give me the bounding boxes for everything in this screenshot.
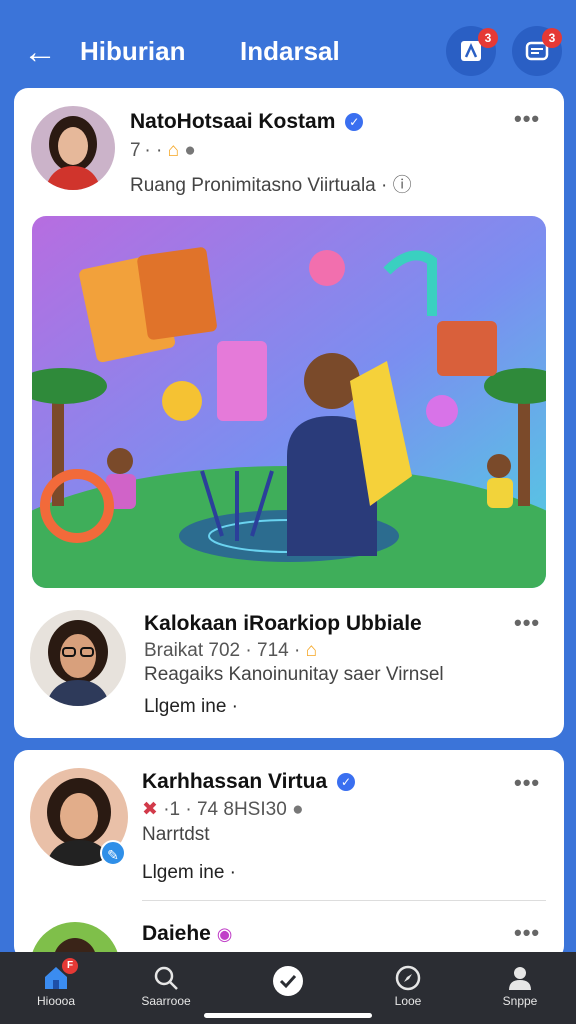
house-icon: ⌂ [167, 140, 180, 161]
compass-icon [395, 965, 421, 991]
nav-profile[interactable]: Snppe [475, 960, 565, 1020]
nav-search[interactable]: Saarrooe [121, 960, 211, 1020]
notification-badge: 3 [542, 28, 562, 48]
globe-icon: ● [292, 799, 304, 820]
info-icon[interactable]: ⓘ [393, 175, 412, 196]
post-image[interactable] [32, 216, 546, 588]
sticker-icon: ◉ [216, 924, 233, 944]
post-meta: ✖ ·1 · 74 8HSI30 ● [142, 799, 304, 820]
post-author-name: Kalokaan iRoarkiop Ubbiale [144, 612, 422, 635]
nav-label: Looe [394, 994, 422, 1008]
cross-icon: ✖ [142, 799, 158, 820]
globe-icon: ● [184, 140, 196, 161]
avatar[interactable] [31, 106, 115, 190]
nav-home[interactable]: F Hioooa [11, 958, 101, 1020]
edit-icon[interactable]: ✎ [100, 840, 126, 866]
verified-icon: ✓ [345, 113, 364, 132]
back-arrow-icon[interactable]: ← [18, 30, 62, 74]
post-meta: Braikat 702 · 714 · ⌂ [144, 640, 318, 661]
post-meta: 7 · · ⌂ ● [130, 140, 196, 161]
more-options-icon[interactable]: ••• [514, 610, 540, 636]
avatar[interactable] [30, 610, 126, 706]
post-subtitle: Narrtdst [142, 824, 210, 845]
like-line[interactable]: Llgem ine · [144, 696, 238, 718]
more-options-icon[interactable]: ••• [514, 770, 540, 796]
nav-label: Hioooa [36, 994, 76, 1008]
divider [142, 900, 546, 901]
search-icon [154, 966, 178, 990]
post-card: ✎ Karhhassan Virtua ✓ ✖ ·1 · 74 8HSI30 ●… [14, 750, 564, 1012]
verified-icon: ✓ [337, 773, 356, 792]
check-icon [273, 966, 303, 996]
more-options-icon[interactable]: ••• [514, 106, 540, 132]
nav-label: Saarrooe [141, 994, 191, 1008]
post-author-name: Karhhassan Virtua ✓ [142, 770, 356, 794]
page-title: Hiburian [80, 36, 186, 66]
tab-indarsal[interactable]: Indarsal [240, 36, 340, 67]
post-author-name: Daiehe ◉ [142, 922, 233, 945]
nav-check[interactable] [243, 960, 333, 1020]
contacts-button[interactable]: 3 [446, 26, 498, 76]
profile-icon [509, 967, 531, 990]
nav-label: Snppe [502, 994, 538, 1008]
post-subtitle: Reagaiks Kanoinunitay saer Virnsel [144, 664, 444, 685]
notification-badge: 3 [478, 28, 498, 48]
post-author-name: NatoHotsaai Kostam ✓ [130, 110, 364, 134]
like-line[interactable]: Llgem ine · [142, 862, 236, 884]
virtual-entertainment-illustration [32, 216, 546, 588]
top-bar: ← Hiburian Indarsal 3 3 [0, 0, 576, 88]
nav-explore[interactable]: Looe [363, 960, 453, 1020]
home-indicator [204, 1013, 372, 1018]
messages-button[interactable]: 3 [512, 26, 562, 76]
notification-badge: F [62, 958, 78, 974]
house-icon: ⌂ [305, 640, 318, 661]
post-subtitle: Ruang Pronimitasno Viirtuala · ⓘ [130, 175, 412, 196]
more-options-icon[interactable]: ••• [514, 920, 540, 946]
